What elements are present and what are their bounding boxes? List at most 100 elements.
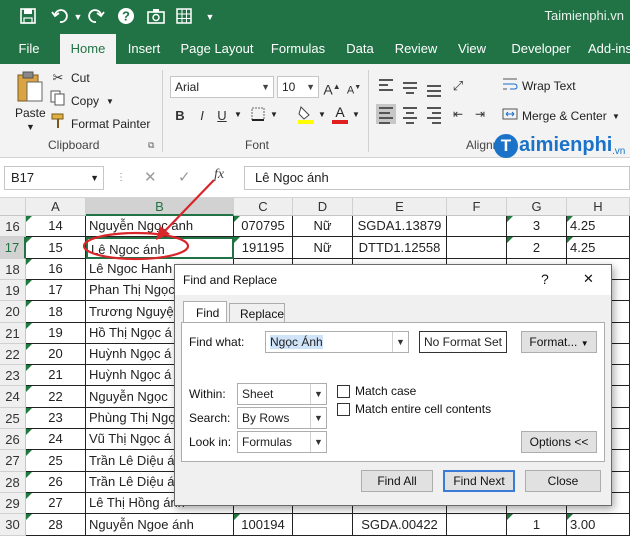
within-select[interactable]: Sheet ▼ [237,383,327,405]
tab-page-layout[interactable]: Page Layout [178,34,256,64]
match-entire-checkbox[interactable] [337,403,350,416]
cell-a[interactable]: 25 [26,450,86,472]
cell-c[interactable]: 191195 [234,237,293,259]
undo-dropdown-icon[interactable]: ▼ [68,7,88,27]
row-header[interactable]: 21 [0,323,26,344]
paste-button[interactable]: Paste [15,106,46,120]
cell-a[interactable]: 27 [26,493,86,514]
orientation-icon[interactable]: ⤢ [448,76,468,96]
copy-dropdown-icon[interactable]: ▼ [106,97,114,106]
cell-c[interactable]: 070795 [234,216,293,237]
row-header[interactable]: 29 [0,493,26,514]
cancel-entry-icon[interactable]: ✕ [144,168,157,186]
tab-find[interactable]: Find [183,301,227,323]
cell-f[interactable] [447,216,507,237]
find-all-button[interactable]: Find All [361,470,433,492]
wrap-text-icon[interactable] [500,76,520,96]
dialog-close-x-button[interactable]: ✕ [583,271,594,287]
confirm-entry-icon[interactable]: ✓ [178,168,191,186]
row-header[interactable]: 30 [0,514,26,536]
column-header-g[interactable]: G [507,198,567,216]
cell-d[interactable]: Nữ [293,216,353,237]
save-icon[interactable] [18,7,38,27]
cut-icon[interactable]: ✂ [48,68,68,88]
cell-a[interactable]: 28 [26,514,86,536]
column-header-b[interactable]: B [86,198,234,216]
column-header-e[interactable]: E [353,198,447,216]
align-top-icon[interactable] [376,76,396,96]
find-what-input[interactable]: Ngọc Ánh ▼ [265,331,409,353]
copy-icon[interactable] [48,90,68,110]
merge-center-button[interactable]: Merge & Center [522,109,607,123]
tab-replace[interactable]: Replace [229,303,285,323]
tab-home[interactable]: Home [60,34,116,64]
cell-a[interactable]: 17 [26,280,86,301]
row-header[interactable]: 19 [0,280,26,301]
cell-c[interactable]: 100194 [234,514,293,536]
search-select[interactable]: By Rows ▼ [237,407,327,429]
italic-button[interactable]: I [192,106,212,126]
cell-e[interactable]: SGDA.00422 [353,514,447,536]
underline-dropdown-icon[interactable]: ▼ [234,110,242,119]
align-center-icon[interactable] [400,104,420,124]
copy-button[interactable]: Copy [71,94,99,108]
help-icon[interactable]: ? [116,7,136,27]
font-color-icon[interactable]: A [330,104,350,124]
row-header[interactable]: 26 [0,429,26,450]
row-header[interactable]: 18 [0,259,26,280]
cell-f[interactable] [447,237,507,259]
cell-a[interactable]: 15 [26,237,86,259]
borders-dropdown-icon[interactable]: ▼ [270,110,278,119]
customize-qat-icon[interactable]: ▼ [200,7,220,27]
font-name-select[interactable]: Arial ▼ [170,76,274,98]
cell-g[interactable]: 2 [507,237,567,259]
cell-a[interactable]: 20 [26,344,86,365]
row-header[interactable]: 20 [0,301,26,323]
tab-file[interactable]: File [6,34,52,64]
column-header-d[interactable]: D [293,198,353,216]
merge-center-icon[interactable] [500,106,520,126]
cut-button[interactable]: Cut [71,71,90,85]
format-button[interactable]: Format... ▼ [521,331,597,353]
decrease-font-icon[interactable]: A▼ [344,78,364,98]
increase-indent-icon[interactable]: ⇥ [470,104,490,124]
cell-h[interactable]: 3.00 [567,514,630,536]
cell-g[interactable]: 3 [507,216,567,237]
row-header[interactable]: 22 [0,344,26,365]
align-right-icon[interactable] [424,104,444,124]
splitter-dots-icon[interactable]: ⋮ [116,172,127,183]
active-cell[interactable]: Lê Ngoc ánh [86,237,234,259]
cell-g[interactable]: 1 [507,514,567,536]
row-header[interactable]: 25 [0,408,26,429]
font-color-dropdown-icon[interactable]: ▼ [352,110,360,119]
merge-dropdown-icon[interactable]: ▼ [612,112,620,121]
column-header-h[interactable]: H [567,198,630,216]
tab-formulas[interactable]: Formulas [266,34,330,64]
cell-b[interactable]: Nguyễn Ngoe ánh [86,514,234,536]
spreadsheet-icon[interactable] [174,7,194,27]
cell-a[interactable]: 23 [26,408,86,429]
tab-review[interactable]: Review [390,34,442,64]
row-header[interactable]: 17 [0,237,26,259]
cell-b[interactable]: Nguyễn Ngọc ánh [86,216,234,237]
column-header-c[interactable]: C [234,198,293,216]
cell-a[interactable]: 18 [26,301,86,323]
column-header-f[interactable]: F [447,198,507,216]
cell-a[interactable]: 22 [26,386,86,408]
wrap-text-button[interactable]: Wrap Text [522,79,576,93]
name-box[interactable]: B17 ▼ [4,166,104,190]
row-header[interactable]: 28 [0,472,26,493]
options-button[interactable]: Options << [521,431,597,453]
row-header[interactable]: 27 [0,450,26,472]
cell-e[interactable]: SGDA1.13879 [353,216,447,237]
align-bottom-icon[interactable] [424,76,444,97]
dialog-help-button[interactable]: ? [541,271,549,287]
tab-view[interactable]: View [450,34,494,64]
fill-color-dropdown-icon[interactable]: ▼ [318,110,326,119]
paste-dropdown-icon[interactable]: ▼ [26,122,35,132]
cell-a[interactable]: 19 [26,323,86,344]
cell-a[interactable]: 16 [26,259,86,280]
cell-d[interactable] [293,514,353,536]
row-header[interactable]: 16 [0,216,26,237]
decrease-indent-icon[interactable]: ⇤ [448,104,468,124]
